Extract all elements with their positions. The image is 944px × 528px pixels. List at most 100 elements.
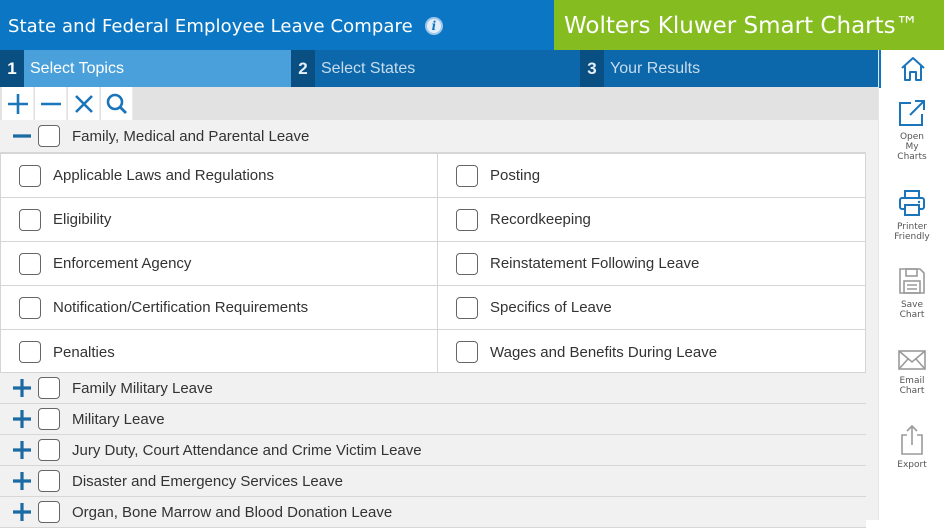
save-icon — [899, 268, 925, 294]
subtopic-label: Enforcement Agency — [53, 255, 192, 272]
topic-group: Disaster and Emergency Services Leave — [0, 466, 866, 497]
plus-icon — [13, 441, 31, 459]
sidebar-label: Save Chart — [899, 300, 925, 320]
subtopic-checkbox[interactable] — [456, 252, 478, 275]
export-button[interactable]: Export — [879, 424, 944, 470]
subtopic-item[interactable]: Recordkeeping — [438, 198, 865, 242]
plus-icon — [7, 93, 28, 114]
subtopic-checkbox[interactable] — [19, 208, 41, 231]
step-tabs: 1 Select Topics 2 Select States 3 Your R… — [0, 50, 878, 87]
plus-icon — [13, 379, 31, 397]
step-label: Select States — [321, 59, 416, 77]
group-label: Family, Medical and Parental Leave — [72, 127, 310, 145]
collapse-all-button[interactable] — [35, 87, 67, 120]
topics-panel: Family, Medical and Parental Leave Appli… — [0, 87, 878, 528]
sidebar-label: Printer Friendly — [894, 222, 930, 242]
plus-icon — [13, 472, 31, 490]
step-number: 2 — [291, 50, 315, 87]
subtopic-label: Notification/Certification Requirements — [53, 299, 309, 316]
topic-group-family-medical: Family, Medical and Parental Leave — [0, 120, 866, 153]
brand-bar: Wolters Kluwer Smart Charts™ — [554, 0, 944, 52]
sidebar-label: Open My Charts — [897, 132, 927, 162]
group-checkbox[interactable] — [38, 125, 60, 147]
subtopic-label: Recordkeeping — [490, 211, 591, 228]
topic-group: Military Leave — [0, 404, 866, 435]
group-label: Organ, Bone Marrow and Blood Donation Le… — [72, 503, 393, 521]
subtopic-label: Posting — [490, 167, 541, 184]
search-icon — [106, 93, 127, 114]
subtopic-item[interactable]: Reinstatement Following Leave — [438, 242, 865, 286]
open-external-icon — [899, 100, 925, 126]
topics-toolbar — [0, 87, 878, 120]
group-label: Disaster and Emergency Services Leave — [72, 472, 343, 490]
subtopic-checkbox[interactable] — [456, 296, 478, 319]
subtopic-label: Reinstatement Following Leave — [490, 255, 700, 272]
topic-group: Organ, Bone Marrow and Blood Donation Le… — [0, 497, 866, 528]
email-chart-button[interactable]: Email Chart — [879, 348, 944, 396]
minus-icon — [40, 102, 61, 105]
step-number: 3 — [580, 50, 604, 87]
subtopic-label: Applicable Laws and Regulations — [53, 167, 274, 184]
home-button[interactable] — [879, 50, 944, 88]
step-number: 1 — [0, 50, 24, 87]
tab-your-results[interactable]: 3 Your Results — [580, 50, 878, 87]
tab-select-topics[interactable]: 1 Select Topics — [0, 50, 291, 87]
printer-friendly-button[interactable]: Printer Friendly — [879, 188, 944, 242]
subtopic-checkbox[interactable] — [456, 164, 478, 187]
group-checkbox[interactable] — [38, 439, 60, 461]
clear-button[interactable] — [68, 87, 100, 120]
subtopic-item[interactable]: Enforcement Agency — [1, 242, 438, 286]
close-icon — [74, 94, 93, 113]
info-icon[interactable]: i — [424, 17, 443, 35]
subtopic-checkbox[interactable] — [19, 296, 41, 319]
subtopic-item[interactable]: Specifics of Leave — [438, 286, 865, 330]
export-icon — [901, 424, 923, 455]
plus-icon — [13, 410, 31, 428]
step-label: Your Results — [610, 59, 701, 77]
topic-group: Jury Duty, Court Attendance and Crime Vi… — [0, 435, 866, 466]
group-label: Family Military Leave — [72, 379, 213, 397]
group-label: Jury Duty, Court Attendance and Crime Vi… — [72, 441, 422, 459]
search-button[interactable] — [101, 87, 133, 120]
group-checkbox[interactable] — [38, 377, 60, 399]
step-label: Select Topics — [30, 59, 124, 77]
subtopic-item[interactable]: Penalties — [1, 330, 438, 374]
expand-all-button[interactable] — [2, 87, 34, 120]
subtopic-item[interactable]: Wages and Benefits During Leave — [438, 330, 865, 374]
subtopic-label: Eligibility — [53, 211, 112, 228]
sidebar-label: Email Chart — [899, 376, 925, 396]
save-chart-button[interactable]: Save Chart — [879, 266, 944, 320]
expand-group-toggle[interactable] — [10, 472, 34, 490]
subtopic-checkbox[interactable] — [19, 341, 41, 363]
group-checkbox[interactable] — [38, 408, 60, 430]
subtopic-item[interactable]: Posting — [438, 154, 865, 198]
sidebar-label: Export — [897, 460, 927, 470]
expand-group-toggle[interactable] — [10, 379, 34, 397]
group-checkbox[interactable] — [38, 470, 60, 492]
subtopic-label: Specifics of Leave — [490, 299, 612, 316]
group-label: Military Leave — [72, 410, 165, 428]
subtopic-label: Wages and Benefits During Leave — [490, 343, 718, 361]
subtopic-checkbox[interactable] — [456, 341, 478, 363]
subtopic-item[interactable]: Notification/Certification Requirements — [1, 286, 438, 330]
tab-select-states[interactable]: 2 Select States — [291, 50, 580, 87]
subtopic-item[interactable]: Eligibility — [1, 198, 438, 242]
expand-group-toggle[interactable] — [10, 503, 34, 521]
expand-group-toggle[interactable] — [10, 441, 34, 459]
topic-group: Family Military Leave — [0, 373, 866, 404]
header: State and Federal Employee Leave Compare… — [0, 0, 944, 52]
plus-icon — [13, 503, 31, 521]
printer-icon — [899, 190, 925, 216]
subtopic-checkbox[interactable] — [456, 208, 478, 231]
collapse-group-toggle[interactable] — [10, 127, 34, 145]
expand-group-toggle[interactable] — [10, 410, 34, 428]
email-icon — [898, 350, 926, 370]
subtopic-label: Penalties — [53, 343, 115, 361]
subtopic-checkbox[interactable] — [19, 252, 41, 275]
app-title-bar: State and Federal Employee Leave Compare… — [0, 0, 554, 52]
subtopic-checkbox[interactable] — [19, 164, 41, 187]
brand-title: Wolters Kluwer Smart Charts™ — [564, 13, 919, 39]
open-my-charts-button[interactable]: Open My Charts — [879, 98, 944, 162]
home-icon — [901, 57, 925, 81]
subtopic-item[interactable]: Applicable Laws and Regulations — [1, 154, 438, 198]
